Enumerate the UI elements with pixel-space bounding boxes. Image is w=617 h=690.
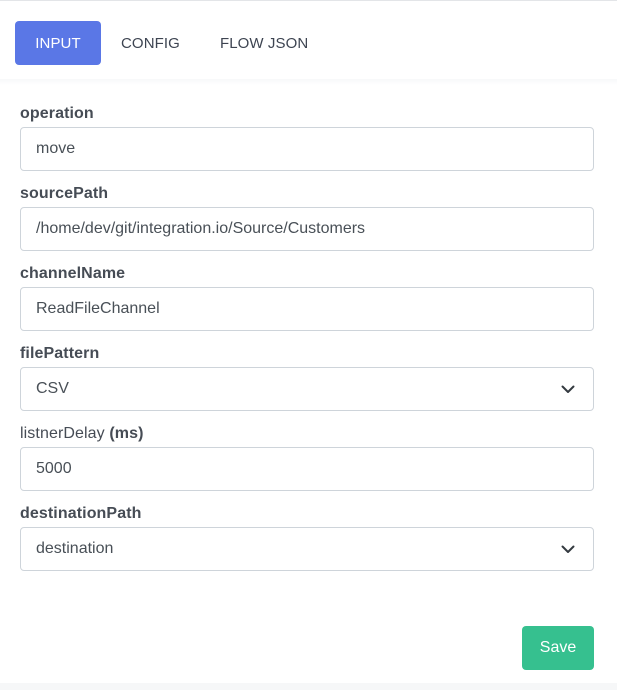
save-button[interactable]: Save [522, 626, 594, 670]
source-path-input[interactable] [36, 220, 578, 238]
listner-delay-field[interactable] [20, 447, 594, 491]
input-form: operation sourcePath channelName filePat… [20, 101, 594, 581]
tab-divider [0, 79, 617, 85]
listner-delay-input[interactable] [36, 460, 578, 478]
operation-input[interactable] [36, 140, 578, 158]
destination-path-select[interactable]: destination [20, 527, 594, 571]
channel-name-label: channelName [20, 265, 126, 282]
channel-name-field[interactable] [20, 287, 594, 331]
chevron-down-icon [561, 545, 575, 553]
channel-name-input[interactable] [36, 300, 578, 318]
tab-bar: INPUT CONFIG FLOW JSON [15, 21, 328, 65]
operation-field[interactable] [20, 127, 594, 171]
destination-path-value: destination [36, 540, 114, 557]
listner-delay-unit: (ms) [109, 425, 144, 442]
chevron-down-icon [561, 385, 575, 393]
tab-config[interactable]: CONFIG [101, 21, 200, 65]
input-panel: INPUT CONFIG FLOW JSON operation sourceP… [0, 0, 617, 690]
file-pattern-value: CSV [36, 380, 69, 397]
listner-delay-label-text: listnerDelay [20, 425, 105, 442]
file-pattern-select[interactable]: CSV [20, 367, 594, 411]
tab-flow-json[interactable]: FLOW JSON [200, 21, 328, 65]
source-path-label: sourcePath [20, 185, 109, 202]
listner-delay-label: listnerDelay (ms) [20, 421, 594, 447]
tab-input[interactable]: INPUT [15, 21, 101, 65]
file-pattern-label: filePattern [20, 345, 100, 362]
destination-path-label: destinationPath [20, 505, 142, 522]
source-path-field[interactable] [20, 207, 594, 251]
operation-label: operation [20, 105, 94, 122]
footer-divider [0, 683, 617, 690]
